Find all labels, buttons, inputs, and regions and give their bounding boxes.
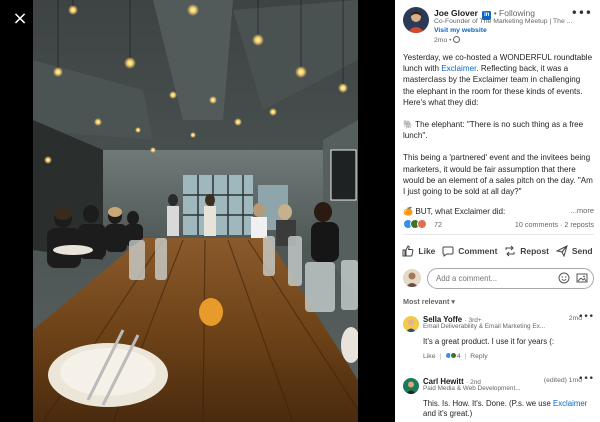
commenter-avatar[interactable] [403, 378, 419, 394]
comment-time: (edited) 1mo [543, 377, 582, 384]
comment-footer: Like | 4 | Reply [423, 352, 488, 361]
repost-button[interactable]: Repost [504, 240, 549, 262]
divider [403, 234, 594, 235]
love-reaction-icon [417, 219, 427, 230]
post-paragraph-2: 🐘 The elephant: "There is no such thing … [403, 120, 584, 141]
comment-button[interactable]: Comment [442, 240, 497, 262]
like-button[interactable]: Like [402, 240, 435, 262]
see-more-link[interactable]: ...more [567, 206, 594, 215]
visit-website-link[interactable]: Visit my website [434, 27, 487, 34]
post-photo [33, 0, 358, 422]
comment-more-icon[interactable]: ••• [578, 374, 594, 384]
comment-like-count[interactable]: 4 [457, 353, 461, 360]
photo-pane: × [0, 0, 395, 422]
post-author-header: Joe Glover in • Following Co-Founder of … [403, 6, 596, 48]
author-avatar[interactable] [403, 7, 429, 33]
thumbs-up-icon [402, 245, 414, 257]
comment-composer: Add a comment... [403, 268, 594, 290]
more-options-icon[interactable]: ••• [571, 6, 592, 20]
comment-icon [442, 246, 454, 257]
commenter-title: Paid Media & Web Development... [423, 385, 521, 392]
following-status: • Following [493, 8, 535, 18]
post-truncated-line: 🍊 BUT, what Exclaimer did: [403, 207, 506, 216]
commenter-title: Email Deliverability & Email Marketing E… [423, 323, 546, 330]
comment-reply-button[interactable]: Reply [470, 353, 487, 360]
comment-reaction-icons [445, 352, 458, 361]
mention-exclaimer[interactable]: Exclaimer [441, 64, 476, 73]
post-paragraph-1: Yesterday, we co-hosted a WONDERFUL roun… [403, 53, 593, 107]
comment-item: Carl Hewitt · 2nd Paid Media & Web Devel… [403, 374, 594, 422]
send-icon [555, 245, 568, 257]
globe-icon [453, 36, 461, 43]
post-paragraph-3: This being a 'partnered' event and the i… [403, 153, 593, 197]
author-headline: Co-Founder of The Marketing Meetup | The… [434, 18, 573, 25]
comment-body: Sella Yoffe · 3rd+ Email Deliverability … [423, 312, 594, 361]
comment-sort-dropdown[interactable]: Most relevant ▾ [403, 297, 455, 306]
comment-like-button[interactable]: Like [423, 353, 435, 360]
comment-header: Sella Yoffe · 3rd+ Email Deliverability … [423, 312, 594, 334]
emoji-icon[interactable] [558, 272, 570, 284]
post-actions: Like Comment Repost Send [395, 240, 600, 262]
social-counts: 72 10 comments · 2 reposts [403, 219, 594, 231]
repost-icon [505, 245, 515, 257]
comment-body: Carl Hewitt · 2nd Paid Media & Web Devel… [423, 374, 594, 419]
comment-more-icon[interactable]: ••• [578, 312, 594, 322]
comment-text: It's a great product. I use it for years… [423, 337, 555, 346]
post-meta: 2mo • [434, 36, 461, 44]
comments-reposts-count[interactable]: 10 comments · 2 reposts [515, 220, 594, 229]
image-icon[interactable] [576, 272, 588, 284]
comment-header: Carl Hewitt · 2nd Paid Media & Web Devel… [423, 374, 594, 396]
post-time: 2mo • [434, 37, 452, 44]
post-detail-panel: Joe Glover in • Following Co-Founder of … [395, 0, 600, 422]
reaction-icons[interactable] [403, 219, 427, 230]
reaction-count[interactable]: 72 [434, 220, 442, 229]
send-button[interactable]: Send [555, 240, 593, 262]
post-body: Yesterday, we co-hosted a WONDERFUL roun… [403, 52, 593, 208]
mention-exclaimer[interactable]: Exclaimer [553, 399, 587, 408]
comment-item: Sella Yoffe · 3rd+ Email Deliverability … [403, 312, 594, 368]
author-name[interactable]: Joe Glover [434, 8, 478, 18]
comment-text: This. Is. How. It's. Done. (P.s. we use … [423, 399, 588, 418]
image-viewer-modal: × Joe Glover in • Following Co-Founder o… [0, 0, 600, 422]
current-user-avatar [403, 269, 421, 287]
close-icon[interactable]: × [9, 8, 31, 30]
commenter-avatar[interactable] [403, 316, 419, 332]
